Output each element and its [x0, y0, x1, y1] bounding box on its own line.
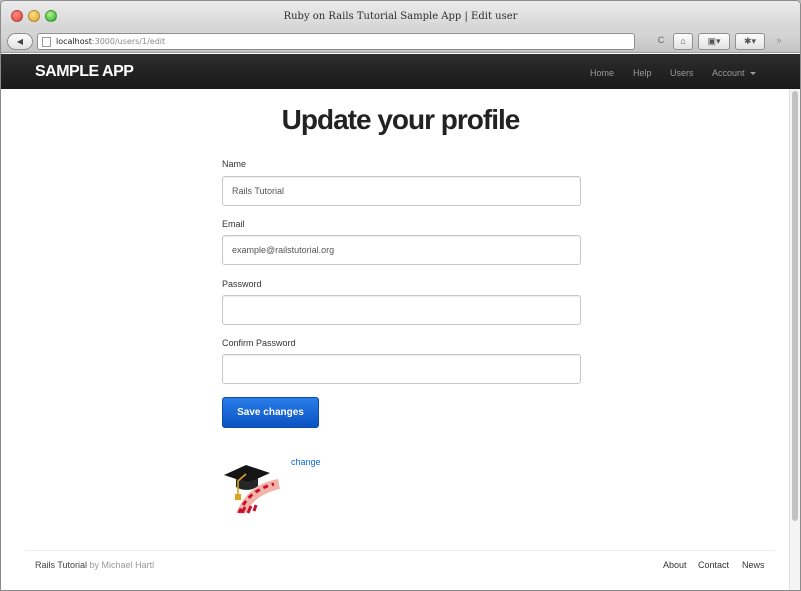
footer-brand-link[interactable]: Rails Tutorial [35, 560, 87, 570]
url-host: localhost [56, 37, 92, 46]
nav-home[interactable]: Home [590, 68, 614, 78]
caret-down-icon [749, 72, 756, 76]
footer-divider [25, 550, 775, 551]
footer-byline[interactable]: by Michael Hartl [90, 560, 155, 570]
title-bar: Ruby on Rails Tutorial Sample App | Edit… [1, 1, 800, 31]
window-menu-button[interactable]: ▣▾ [698, 33, 730, 50]
change-gravatar-link[interactable]: change [291, 457, 321, 467]
site-navbar: SAMPLE APP Home Help Users Account [1, 54, 800, 89]
save-changes-button[interactable]: Save changes [222, 397, 319, 428]
password-label: Password [222, 279, 262, 289]
scrollbar-thumb[interactable] [792, 91, 798, 521]
footer-news-link[interactable]: News [742, 560, 765, 570]
url-text: localhost:3000/users/1/edit [56, 37, 165, 46]
rails-graduation-cap-icon [224, 465, 280, 514]
reload-icon[interactable]: C [652, 33, 670, 50]
page-title: Update your profile [281, 104, 521, 135]
footer-contact-link[interactable]: Contact [698, 560, 729, 570]
nav-users[interactable]: Users [670, 68, 694, 78]
footer-about-link[interactable]: About [663, 560, 687, 570]
name-field[interactable] [222, 176, 581, 206]
extensions-icon[interactable]: » [769, 33, 789, 50]
window-grid-icon: ▣ [707, 36, 716, 46]
address-bar[interactable]: localhost:3000/users/1/edit [37, 33, 635, 50]
email-label: Email [222, 219, 245, 229]
url-path: :3000/users/1/edit [91, 37, 166, 46]
email-field[interactable] [222, 235, 581, 265]
gear-icon: ✱ [743, 36, 752, 46]
brand-logo[interactable]: SAMPLE APP [35, 63, 134, 81]
chevron-down-icon: ▾ [751, 36, 757, 46]
nav-account[interactable]: Account [712, 68, 756, 78]
browser-window: Ruby on Rails Tutorial Sample App | Edit… [0, 0, 801, 591]
page-icon [42, 37, 51, 47]
chevron-down-icon: ▾ [715, 36, 721, 46]
window-title: Ruby on Rails Tutorial Sample App | Edit… [283, 11, 518, 22]
nav-account-label: Account [712, 68, 745, 78]
confirm-password-field[interactable] [222, 354, 581, 384]
back-button[interactable]: ◀ [7, 33, 33, 50]
password-field[interactable] [222, 295, 581, 325]
confirm-password-label: Confirm Password [222, 338, 296, 348]
footer-credit: Rails Tutorial by Michael Hartl [35, 560, 154, 570]
name-label: Name [222, 159, 247, 169]
tools-menu-button[interactable]: ✱▾ [735, 33, 765, 50]
home-button[interactable]: ⌂ [673, 33, 693, 50]
vertical-scrollbar[interactable] [789, 89, 800, 590]
nav-help[interactable]: Help [633, 68, 652, 78]
